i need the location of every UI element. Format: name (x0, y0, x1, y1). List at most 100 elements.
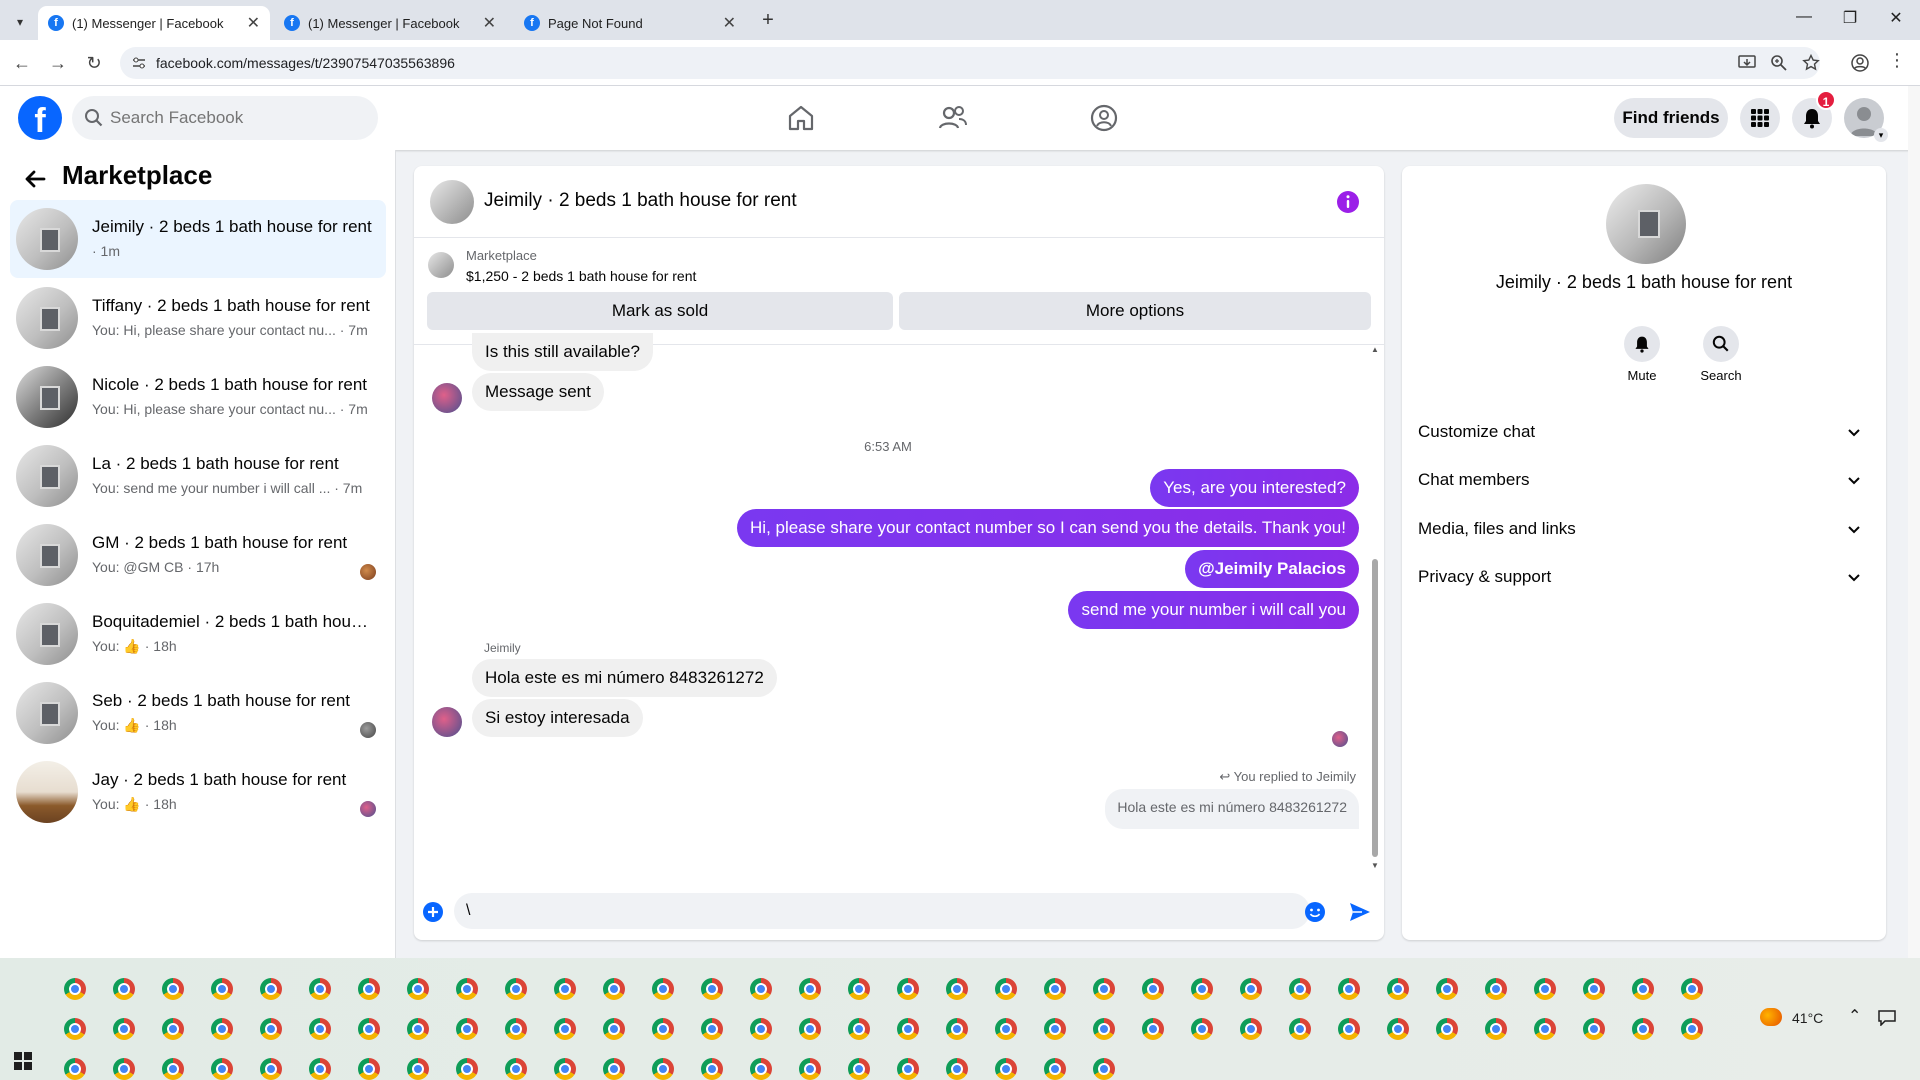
chrome-taskbar-icon[interactable] (1240, 978, 1262, 1000)
chrome-taskbar-icon[interactable] (701, 1058, 723, 1080)
notification-center-icon[interactable] (1878, 1010, 1896, 1026)
chrome-taskbar-icon[interactable] (1681, 978, 1703, 1000)
chrome-taskbar-icon[interactable] (1191, 978, 1213, 1000)
forward-button[interactable]: → (46, 51, 70, 75)
chrome-taskbar-icon[interactable] (897, 978, 919, 1000)
tab-messenger-1[interactable]: f (1) Messenger | Facebook ✕ (38, 6, 270, 40)
menu-grid-button[interactable] (1740, 98, 1780, 138)
bookmark-star-icon[interactable] (1802, 54, 1820, 72)
search-facebook-input[interactable] (72, 96, 378, 140)
chrome-taskbar-icon[interactable] (358, 1058, 380, 1080)
profile-icon[interactable] (1850, 53, 1870, 73)
chrome-taskbar-icon[interactable] (1485, 1018, 1507, 1040)
chrome-taskbar-icon[interactable] (211, 1018, 233, 1040)
chrome-taskbar-icon[interactable] (750, 1018, 772, 1040)
chrome-taskbar-icon[interactable] (407, 1058, 429, 1080)
add-attachment-icon[interactable] (422, 901, 444, 923)
chrome-taskbar-icon[interactable] (554, 1058, 576, 1080)
chrome-taskbar-icon[interactable] (407, 1018, 429, 1040)
chrome-taskbar-icon[interactable] (1485, 978, 1507, 1000)
chrome-taskbar-icon[interactable] (995, 978, 1017, 1000)
chrome-taskbar-icon[interactable] (113, 978, 135, 1000)
url-field[interactable]: facebook.com/messages/t/2390754703556389… (120, 47, 1820, 79)
chrome-taskbar-icon[interactable] (848, 1018, 870, 1040)
send-icon[interactable] (1348, 900, 1372, 924)
chrome-taskbar-icon[interactable] (554, 978, 576, 1000)
close-tab-icon[interactable]: ✕ (723, 13, 736, 33)
windows-start-icon[interactable] (14, 1052, 32, 1070)
chrome-taskbar-icon[interactable] (1289, 1018, 1311, 1040)
back-arrow-icon[interactable] (22, 166, 48, 192)
chat-title[interactable]: Jeimily · 2 beds 1 bath house for rent (484, 190, 797, 212)
chrome-taskbar-icon[interactable] (897, 1058, 919, 1080)
groups-icon[interactable] (1088, 102, 1120, 134)
chrome-taskbar-icon[interactable] (750, 1058, 772, 1080)
chat-avatar[interactable] (430, 180, 474, 224)
reload-button[interactable]: ↻ (82, 51, 106, 75)
chrome-taskbar-icon[interactable] (1093, 1018, 1115, 1040)
chrome-taskbar-icon[interactable] (162, 978, 184, 1000)
tab-messenger-2[interactable]: f (1) Messenger | Facebook ✕ (274, 6, 506, 40)
chrome-taskbar-icon[interactable] (1681, 1018, 1703, 1040)
restore-button[interactable]: ❐ (1830, 8, 1870, 28)
chrome-taskbar-icon[interactable] (505, 1018, 527, 1040)
chrome-taskbar-icon[interactable] (456, 1058, 478, 1080)
media-files-links-row[interactable]: Media, files and links (1418, 509, 1870, 549)
install-app-icon[interactable] (1738, 55, 1756, 71)
conversation-item[interactable]: Jay · 2 beds 1 bath house for rent You: … (10, 753, 386, 831)
chrome-taskbar-icon[interactable] (211, 978, 233, 1000)
friends-icon[interactable] (937, 102, 969, 134)
weather-icon[interactable] (1760, 1008, 1782, 1026)
new-tab-button[interactable]: + (756, 8, 780, 32)
browser-menu-icon[interactable]: ⋮ (1888, 50, 1906, 71)
info-icon[interactable] (1336, 190, 1360, 214)
chrome-taskbar-icon[interactable] (1191, 1018, 1213, 1040)
chrome-taskbar-icon[interactable] (1142, 978, 1164, 1000)
chrome-taskbar-icon[interactable] (358, 1018, 380, 1040)
chrome-taskbar-icon[interactable] (652, 1058, 674, 1080)
listing-price[interactable]: $1,250 - 2 beds 1 bath house for rent (466, 268, 696, 284)
chrome-taskbar-icon[interactable] (358, 978, 380, 1000)
minimize-button[interactable]: — (1784, 8, 1824, 26)
chrome-taskbar-icon[interactable] (799, 978, 821, 1000)
chrome-taskbar-icon[interactable] (162, 1058, 184, 1080)
chrome-taskbar-icon[interactable] (64, 1058, 86, 1080)
home-icon[interactable] (785, 102, 817, 134)
conversation-item[interactable]: Tiffany · 2 beds 1 bath house for rent Y… (10, 279, 386, 357)
listing-avatar-large[interactable] (1606, 184, 1686, 264)
reply-quote-bubble[interactable]: Hola este es mi número 8483261272 (1105, 789, 1359, 829)
account-chevron-icon[interactable]: ▾ (1874, 128, 1888, 142)
chrome-taskbar-icon[interactable] (1583, 978, 1605, 1000)
chrome-taskbar-icon[interactable] (1534, 1018, 1556, 1040)
chrome-taskbar-icon[interactable] (1044, 978, 1066, 1000)
chat-scrollbar-thumb[interactable] (1372, 559, 1378, 857)
tab-search-dropdown[interactable]: ▾ (8, 10, 32, 34)
chrome-taskbar-icon[interactable] (505, 1058, 527, 1080)
chrome-taskbar-icon[interactable] (848, 978, 870, 1000)
chrome-taskbar-icon[interactable] (260, 1018, 282, 1040)
chrome-taskbar-icon[interactable] (799, 1058, 821, 1080)
chrome-taskbar-icon[interactable] (456, 1018, 478, 1040)
chrome-taskbar-icon[interactable] (1387, 978, 1409, 1000)
chrome-taskbar-icon[interactable] (309, 1058, 331, 1080)
chrome-taskbar-icon[interactable] (309, 978, 331, 1000)
chrome-taskbar-icon[interactable] (995, 1058, 1017, 1080)
facebook-logo-icon[interactable]: f (18, 96, 62, 140)
search-in-chat-button[interactable]: Search (1681, 326, 1761, 383)
chrome-taskbar-icon[interactable] (1289, 978, 1311, 1000)
conversation-item[interactable]: Boquitademiel · 2 beds 1 bath house for … (10, 595, 386, 673)
chrome-taskbar-icon[interactable] (64, 1018, 86, 1040)
privacy-support-row[interactable]: Privacy & support (1418, 557, 1870, 597)
chrome-taskbar-icon[interactable] (1338, 978, 1360, 1000)
chrome-taskbar-icon[interactable] (603, 1058, 625, 1080)
conversation-item[interactable]: La · 2 beds 1 bath house for rent You: s… (10, 437, 386, 515)
chrome-taskbar-icon[interactable] (1632, 1018, 1654, 1040)
chrome-taskbar-icon[interactable] (701, 978, 723, 1000)
chrome-taskbar-icon[interactable] (1436, 978, 1458, 1000)
chrome-taskbar-icon[interactable] (1093, 978, 1115, 1000)
chrome-taskbar-icon[interactable] (652, 978, 674, 1000)
tab-page-not-found[interactable]: f Page Not Found ✕ (514, 6, 746, 40)
conversation-item[interactable]: Jeimily · 2 beds 1 bath house for rent ·… (10, 200, 386, 278)
mute-button[interactable]: Mute (1602, 326, 1682, 383)
chrome-taskbar-icon[interactable] (603, 978, 625, 1000)
